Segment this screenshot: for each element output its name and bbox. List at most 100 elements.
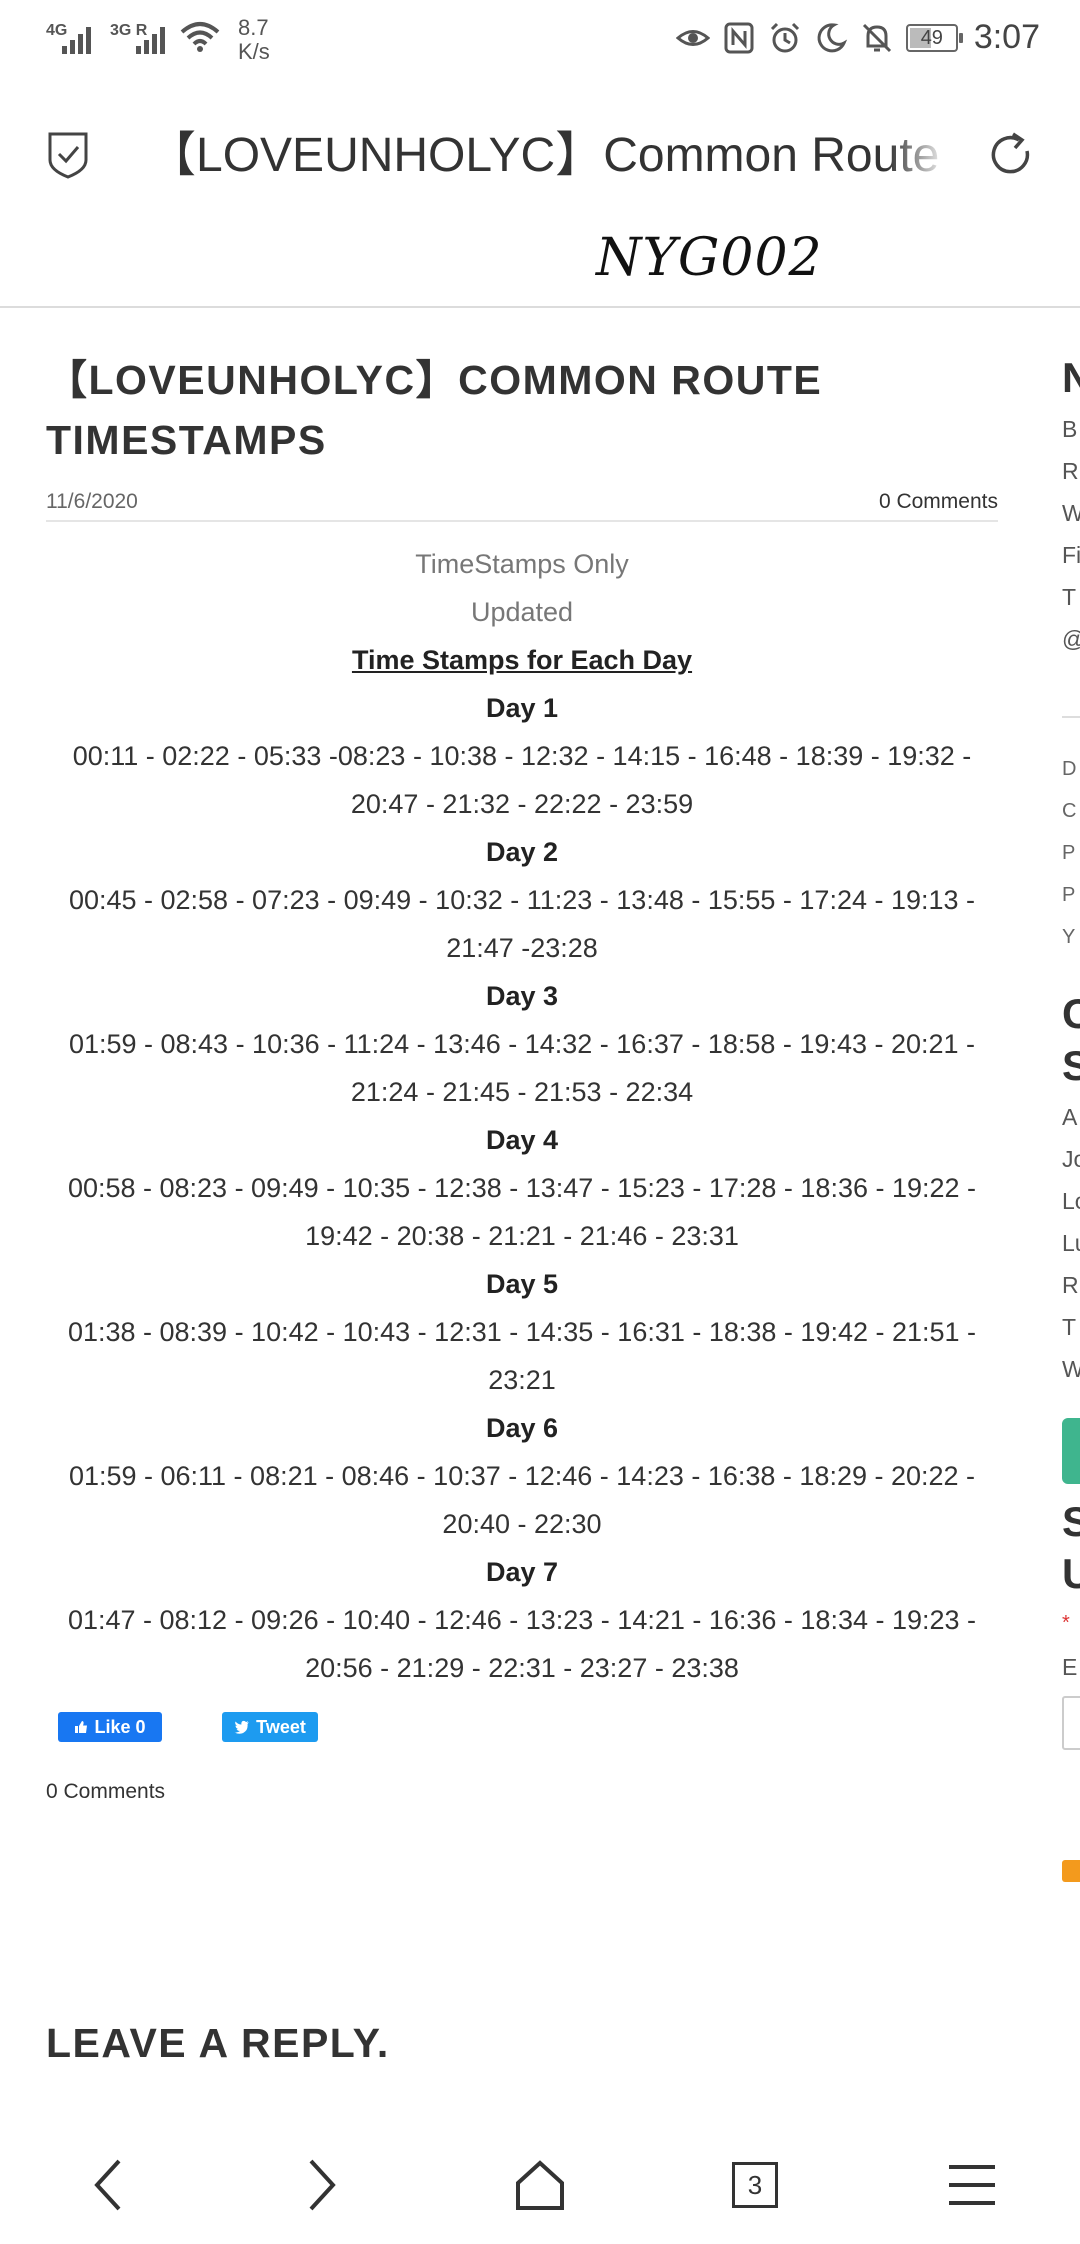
sidebar-divider [1062,716,1080,718]
post-body: TimeStamps Only Updated Time Stamps for … [46,540,998,1692]
sidebar-link[interactable]: Lu [1062,1230,1080,1257]
tweet-label: Tweet [256,1716,306,1737]
day-times: 01:59 - 08:43 - 10:36 - 11:24 - 13:46 - … [68,1029,976,1107]
shield-check-icon[interactable] [46,130,90,180]
day-times: 01:38 - 08:39 - 10:42 - 10:43 - 12:31 - … [67,1317,977,1395]
social-buttons: Like 0 Tweet [58,1712,318,1742]
day-label: Day 4 [485,1125,559,1155]
comments-count[interactable]: 0 Comments [46,1780,165,1804]
day-label: Day 5 [485,1269,559,1299]
battery-level: 49 [920,26,943,49]
post-date: 11/6/2020 [46,490,138,513]
sidebar-link[interactable]: T [1062,1314,1076,1341]
intro-line-2: Updated [470,597,574,627]
day-block: Day 4 00:58 - 08:23 - 09:49 - 10:35 - 12… [46,1116,998,1260]
day-label: Day 7 [485,1557,559,1587]
thumbs-up-icon [75,1721,88,1733]
sidebar-link[interactable]: P [1062,842,1075,865]
post-title: 【LOVEUNHOLYC】COMMON ROUTE TIMESTAMPS [46,357,823,463]
page-title-bar[interactable]: 【LOVEUNHOLYC】Common Route Timestamps [148,124,948,188]
sidebar-link[interactable]: Jo [1062,1146,1080,1173]
sidebar-link[interactable]: Y [1062,926,1075,949]
day-times: 00:11 - 02:22 - 05:33 -08:23 - 10:38 - 1… [72,741,972,819]
sidebar-link[interactable]: R [1062,1272,1079,1299]
sidebar-heading: C [1062,990,1080,1037]
sidebar-heading: S [1062,1042,1080,1089]
status-left: 4G 3G R 8.7 K/s [46,16,270,64]
day-label: Day 1 [485,693,559,723]
sidebar-heading: U [1062,1550,1080,1597]
sidebar-link[interactable]: W [1062,1356,1080,1383]
sidebar-heading: N [1062,354,1080,401]
speed-unit: K/s [238,39,270,64]
tabs-count: 3 [732,2162,778,2208]
battery-icon: 49 [905,23,963,52]
chevron-right-icon [309,2159,336,2211]
home-button[interactable] [505,2150,575,2220]
bottom-navigation: 3 [0,2130,1080,2244]
tabs-button[interactable]: 3 [720,2150,790,2220]
comments-link[interactable]: 0 Comments [879,490,998,514]
signal-icon-2: 3G R [110,16,165,56]
sidebar-link[interactable]: B [1062,416,1077,443]
forward-button[interactable] [286,2150,356,2220]
wifi-icon [180,22,220,52]
sidebar-link[interactable]: T [1062,584,1076,611]
network-speed: 8.7 K/s [238,16,270,64]
required-mark: * [1062,1612,1070,1634]
home-icon [516,2160,564,2210]
bell-off-icon [862,23,891,52]
site-logo[interactable]: NYG002 [596,228,823,288]
alarm-icon [770,22,799,52]
intro-line-1: TimeStamps Only [415,549,629,579]
day-label: Day 3 [485,981,559,1011]
menu-button[interactable] [937,2150,1007,2220]
chevron-left-icon [94,2159,121,2211]
clock: 3:07 [973,18,1040,56]
email-label: E [1062,1654,1078,1680]
sidebar-link[interactable]: Lo [1062,1188,1080,1215]
article: 【LOVEUNHOLYC】COMMON ROUTE TIMESTAMPS 11/… [46,350,998,1692]
sidebar-link[interactable]: Fi [1062,542,1080,569]
status-bar: 4G 3G R 8.7 K/s 49 3:07 [0,0,1080,86]
eye-icon [675,29,710,46]
day-label: Day 6 [485,1413,559,1443]
day-label: Day 2 [485,837,559,867]
day-block: Day 7 01:47 - 08:12 - 09:26 - 10:40 - 12… [46,1548,998,1692]
leave-reply-heading: LEAVE A REPLY. [46,2020,390,2066]
day-times: 00:45 - 02:58 - 07:23 - 09:49 - 10:32 - … [68,885,976,963]
rss-icon[interactable] [1062,1860,1080,1882]
sidebar-link[interactable]: D [1062,758,1076,781]
section-heading: Time Stamps for Each Day [351,645,693,675]
post-meta: 11/6/2020 0 Comments [46,484,998,522]
sidebar-link[interactable]: P [1062,884,1075,907]
sidebar-link[interactable]: R [1062,458,1079,485]
email-field[interactable] [1062,1696,1080,1750]
site-header: NYG002 [0,226,1080,308]
tweet-button[interactable]: Tweet [222,1712,318,1742]
sidebar-link[interactable]: A [1062,1104,1077,1131]
day-times: 00:58 - 08:23 - 09:49 - 10:35 - 12:38 - … [67,1173,977,1251]
moon-icon [817,22,847,52]
day-block: Day 2 00:45 - 02:58 - 07:23 - 09:49 - 10… [46,828,998,972]
day-block: Day 6 01:59 - 06:11 - 08:21 - 08:46 - 10… [46,1404,998,1548]
facebook-like-label: Like 0 [94,1716,146,1737]
speed-value: 8.7 [238,15,269,40]
sidebar-action-button[interactable] [1062,1418,1080,1484]
reload-icon[interactable] [986,130,1036,180]
day-times: 01:59 - 06:11 - 08:21 - 08:46 - 10:37 - … [68,1461,976,1539]
day-block: Day 3 01:59 - 08:43 - 10:36 - 11:24 - 13… [46,972,998,1116]
sidebar-link[interactable]: W [1062,500,1080,527]
back-button[interactable] [74,2150,144,2220]
facebook-like-button[interactable]: Like 0 [58,1712,162,1742]
twitter-bird-icon [234,1720,250,1734]
nfc-icon [724,22,754,53]
browser-toolbar: 【LOVEUNHOLYC】Common Route Timestamps [0,86,1080,226]
status-right: 49 3:07 [675,18,1040,57]
signal-icon: 4G [46,16,100,56]
sidebar-heading: S [1062,1498,1080,1545]
day-block: Day 1 00:11 - 02:22 - 05:33 -08:23 - 10:… [46,684,998,828]
sidebar-link[interactable]: C [1062,800,1076,823]
sidebar-link[interactable]: @ [1062,626,1080,653]
day-block: Day 5 01:38 - 08:39 - 10:42 - 10:43 - 12… [46,1260,998,1404]
